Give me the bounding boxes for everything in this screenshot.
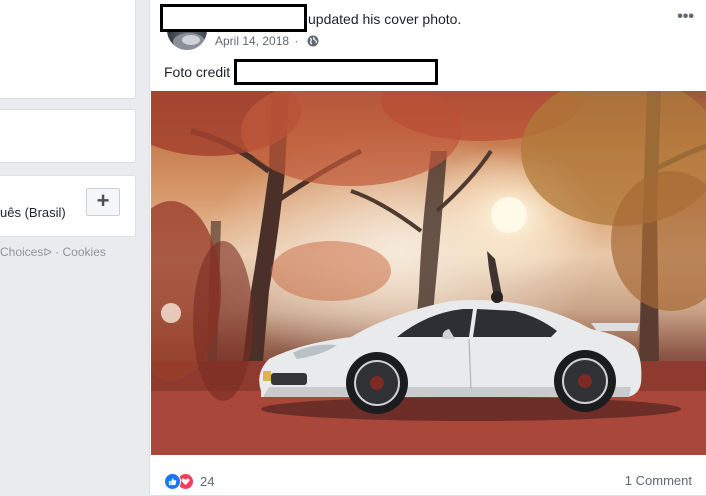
left-panel-card <box>0 0 136 99</box>
post-text: Foto credit <box>164 64 230 80</box>
post-meta: April 14, 2018 · <box>215 34 319 50</box>
like-icon <box>164 472 181 490</box>
redacted-author-name <box>160 4 307 32</box>
adchoices-icon: ᐅ <box>43 247 52 259</box>
post-text-prefix: Foto credit <box>164 64 231 80</box>
meta-separator: · <box>294 34 299 48</box>
reaction-count[interactable]: 24 <box>200 474 214 489</box>
comment-count-link[interactable]: 1 Comment <box>625 473 692 488</box>
add-language-button[interactable]: + <box>86 188 120 216</box>
reactions-summary[interactable]: 24 <box>164 471 214 491</box>
more-options-icon[interactable]: ••• <box>677 8 694 26</box>
footer-links: Choicesᐅ · Cookies <box>0 245 106 259</box>
post-date-link[interactable]: April 14, 2018 <box>215 34 289 48</box>
cookies-link[interactable]: Cookies <box>63 245 106 259</box>
redacted-photo-credit <box>234 59 438 85</box>
language-link[interactable]: uês (Brasil) <box>0 205 66 220</box>
feed-post: updated his cover photo. April 14, 2018 … <box>149 0 706 496</box>
cover-photo[interactable] <box>151 91 706 455</box>
adchoices-label: Choices <box>0 245 44 259</box>
adchoices-link[interactable]: Choicesᐅ <box>0 245 52 259</box>
post-action-text: updated his cover photo. <box>308 11 462 27</box>
left-panel-card <box>0 109 136 163</box>
footer-separator: · <box>55 245 60 259</box>
globe-icon[interactable] <box>307 35 319 50</box>
